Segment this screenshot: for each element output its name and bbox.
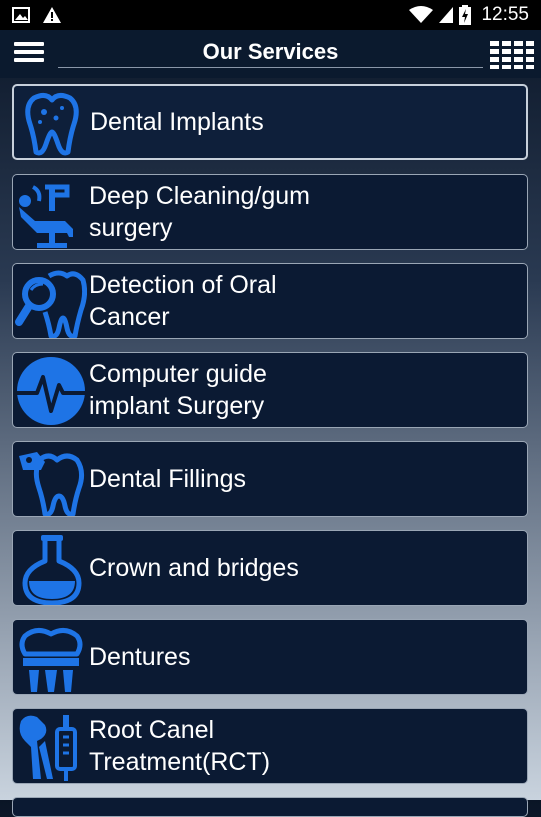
service-item-deep-cleaning[interactable]: Deep Cleaning/gum surgery <box>12 174 528 250</box>
magnifier-tooth-icon <box>15 270 87 338</box>
gallery-notification-icon <box>12 7 30 23</box>
filling-tooth-icon <box>19 452 85 516</box>
service-item-computer-guide-implant[interactable]: Computer guide implant Surgery <box>12 352 528 428</box>
service-label: Deep Cleaning/gum surgery <box>89 182 310 242</box>
flask-icon <box>22 535 82 605</box>
service-item-root-canal[interactable]: Root Canel Treatment(RCT) <box>12 708 528 784</box>
service-item-dental-fillings[interactable]: Dental Fillings <box>12 441 528 517</box>
service-item-dental-implants[interactable]: Dental Implants <box>12 84 528 160</box>
status-bar: 12:55 <box>0 0 541 30</box>
page-title: Our Services <box>58 37 483 68</box>
tooth-icon <box>25 92 79 156</box>
signal-icon <box>439 7 454 23</box>
clock: 12:55 <box>481 4 529 25</box>
menu-button[interactable] <box>12 38 46 70</box>
service-label: Crown and bridges <box>89 554 299 582</box>
hamburger-icon <box>14 42 44 46</box>
app-bar: Our Services <box>0 30 541 78</box>
service-item-crown-bridges[interactable]: Crown and bridges <box>12 530 528 606</box>
service-label: Dental Fillings <box>89 465 247 493</box>
warning-icon <box>43 7 61 23</box>
service-label: Computer guide implant Surgery <box>89 360 267 420</box>
dental-chair-icon <box>19 184 73 248</box>
dental-tools-icon <box>19 715 77 781</box>
grid-view-button[interactable] <box>490 41 534 69</box>
service-item-dentures[interactable]: Dentures <box>12 619 528 695</box>
service-label: Detection of Oral Cancer <box>89 271 277 331</box>
service-item-oral-cancer[interactable]: Detection of Oral Cancer <box>12 263 528 339</box>
battery-charging-icon <box>459 5 472 25</box>
grid-icon <box>490 41 534 69</box>
service-label: Dentures <box>89 643 191 671</box>
heartbeat-icon <box>17 357 85 425</box>
service-label: Dental Implants <box>90 108 264 136</box>
service-item-partial[interactable] <box>12 797 528 817</box>
service-label: Root Canel Treatment(RCT) <box>89 716 271 776</box>
wifi-icon <box>409 6 434 23</box>
denture-icon <box>19 628 83 692</box>
